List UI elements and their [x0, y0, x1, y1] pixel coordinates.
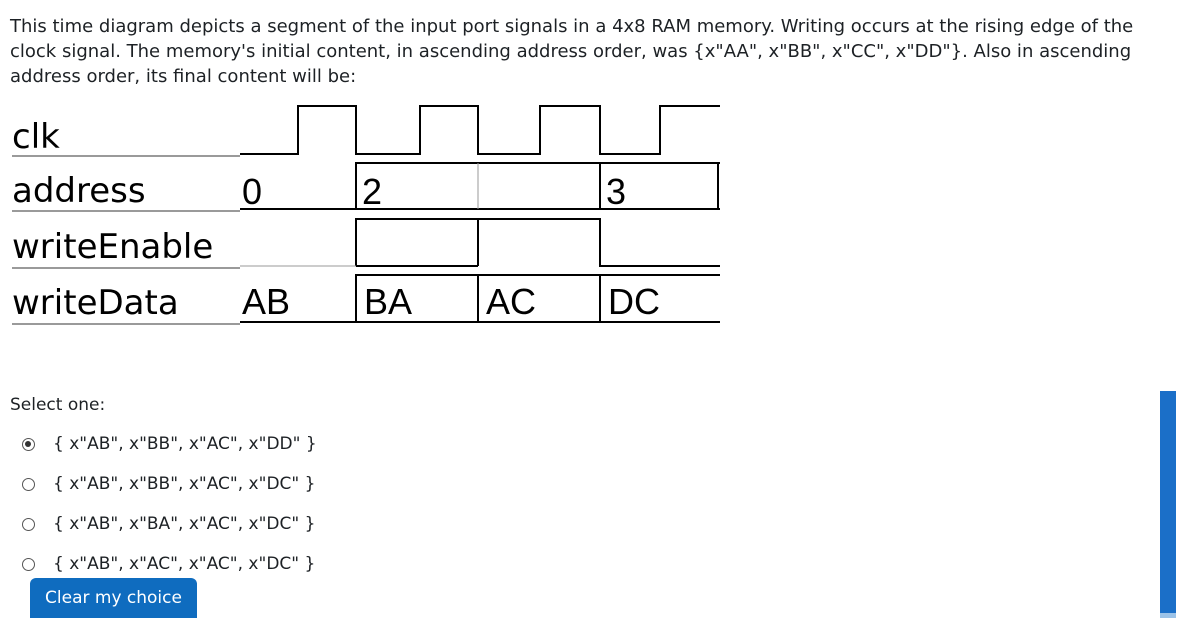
scrollbar[interactable] — [1160, 391, 1176, 618]
clear-choice-button[interactable]: Clear my choice — [30, 578, 197, 618]
question-text: This time diagram depicts a segment of t… — [10, 16, 1134, 87]
write-data-value: AC — [486, 281, 536, 322]
write-data-label: writeData — [12, 283, 179, 323]
clk-label: clk — [12, 117, 60, 157]
clk-waveform — [240, 105, 720, 155]
address-waveform — [240, 162, 720, 210]
write-data-value: DC — [608, 281, 660, 322]
radio-button[interactable] — [22, 477, 35, 491]
answer-option-label: { x"AB", x"BB", x"AC", x"DD" } — [53, 434, 317, 454]
answer-option[interactable]: { x"AB", x"BB", x"AC", x"DD" } — [18, 424, 317, 464]
answer-option[interactable]: { x"AB", x"BB", x"AC", x"DC" } — [18, 464, 317, 504]
radio-button[interactable] — [22, 517, 35, 531]
answer-option-label: { x"AB", x"BA", x"AC", x"DC" } — [53, 514, 316, 534]
answer-option-label: { x"AB", x"AC", x"AC", x"DC" } — [53, 554, 316, 574]
select-prompt: Select one: — [10, 395, 106, 415]
answer-option-label: { x"AB", x"BB", x"AC", x"DC" } — [53, 474, 316, 494]
timing-diagram: clk address writeEnable writeData 0 2 3 … — [12, 105, 720, 325]
address-value: 2 — [362, 171, 382, 212]
radio-button[interactable] — [22, 557, 35, 571]
answer-option[interactable]: { x"AB", x"BA", x"AC", x"DC" } — [18, 504, 317, 544]
answer-options: { x"AB", x"BB", x"AC", x"DD" } { x"AB", … — [18, 424, 317, 584]
write-data-value: AB — [242, 281, 290, 322]
address-value: 0 — [242, 171, 262, 212]
address-label: address — [12, 171, 146, 211]
write-data-value: BA — [364, 281, 412, 322]
address-value: 3 — [606, 171, 626, 212]
radio-button[interactable] — [22, 437, 35, 451]
write-enable-label: writeEnable — [12, 227, 213, 267]
write-enable-waveform — [355, 218, 720, 267]
